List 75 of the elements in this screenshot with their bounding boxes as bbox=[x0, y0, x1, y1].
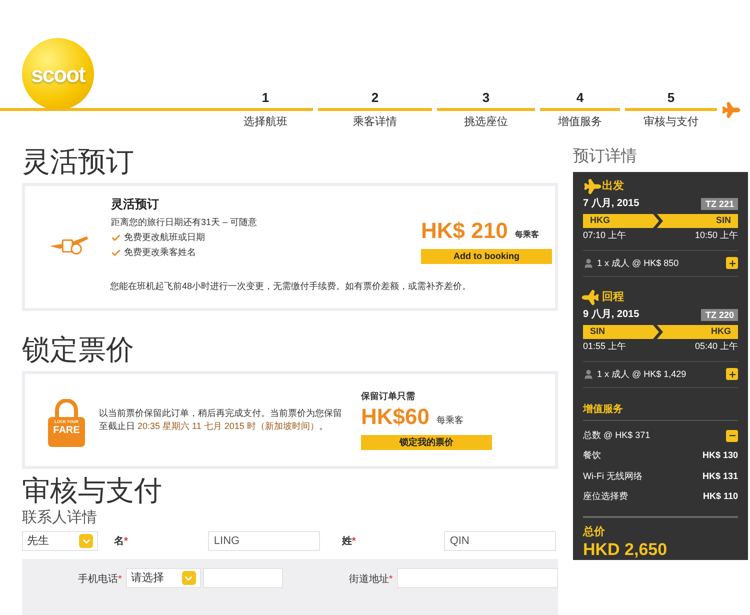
plane-ticket-icon bbox=[50, 234, 89, 256]
field-label: 街道地址* bbox=[348, 572, 393, 587]
note-text: 您能在班机起飞前48小时进行一次变更，无需缴付手续费。如有票价差额，或需补齐差价。 bbox=[110, 280, 472, 292]
check-icon bbox=[110, 248, 121, 258]
addon-name: Wi-Fi 无线网络 bbox=[583, 470, 642, 483]
passenger-icon bbox=[583, 368, 594, 380]
departure-time: 01:55 上午 bbox=[583, 340, 626, 353]
departure-time: 07:10 上午 bbox=[583, 229, 626, 242]
addons-total: 总数 @ HK$ 371 bbox=[583, 428, 650, 442]
expand-button[interactable] bbox=[726, 368, 738, 380]
field-label: 姓* bbox=[342, 534, 356, 548]
step-number: 3 bbox=[482, 90, 490, 106]
check-icon bbox=[110, 232, 121, 242]
section-heading: 灵活预订 bbox=[22, 145, 135, 179]
arrival-time: 10:50 上午 bbox=[694, 229, 738, 242]
flight-date: 7 八月, 2015 bbox=[583, 196, 640, 211]
addon-price: HK$ 131 bbox=[702, 470, 738, 483]
phone-field[interactable] bbox=[202, 568, 283, 588]
expand-button[interactable] bbox=[726, 257, 738, 270]
step-label[interactable]: 审核与支付 bbox=[644, 115, 698, 129]
field-label: 手机电话* bbox=[78, 572, 122, 587]
step-label[interactable]: 挑选座位 bbox=[464, 115, 508, 129]
country-code-select[interactable]: 请选择 bbox=[126, 568, 201, 588]
flight-date: 9 八月, 2015 bbox=[583, 308, 640, 322]
street-address-field[interactable] bbox=[396, 568, 558, 588]
price: HK$ 210 bbox=[421, 218, 508, 244]
plus-icon bbox=[728, 370, 736, 379]
flight-direction: 回程 bbox=[602, 290, 624, 306]
lock-fare-button[interactable]: 锁定我的票价 bbox=[361, 434, 492, 450]
passenger-fare: 1 x 成人 @ HK$ 1,429 bbox=[597, 368, 686, 380]
plane-icon bbox=[721, 101, 739, 119]
step-number: 2 bbox=[371, 90, 379, 106]
add-to-booking-button[interactable]: Add to booking bbox=[421, 249, 552, 264]
per-passenger-label: 每乘客 bbox=[436, 414, 464, 428]
title-select[interactable]: 先生 bbox=[22, 531, 98, 551]
lock-fare-description: 以当前票价保留此订单，稍后再完成支付。当前票价为您保留至截止日 20:35 星期六 11 七月 2015 时（新加坡时间）。 bbox=[99, 407, 343, 433]
benefit-text: 免费更改乘客姓名 bbox=[124, 246, 196, 259]
section-heading: 审核与支付 bbox=[22, 475, 163, 507]
section-heading: 锁定票价 bbox=[22, 333, 135, 367]
addon-name: 座位选择费 bbox=[583, 490, 628, 504]
price-label: 保留订单只需 bbox=[361, 390, 416, 404]
step-number: 4 bbox=[576, 90, 584, 106]
route-bar: SIN HKG bbox=[583, 325, 738, 339]
step-number: 1 bbox=[262, 90, 270, 106]
flight-direction: 出发 bbox=[602, 178, 624, 194]
step-number: 5 bbox=[667, 90, 675, 106]
subsection-heading: 联系人详情 bbox=[22, 509, 98, 527]
first-name-field[interactable]: LING bbox=[208, 531, 320, 551]
addon-price: HK$ 130 bbox=[702, 449, 738, 462]
total-label: 总价 bbox=[583, 524, 606, 540]
step-label[interactable]: 增值服务 bbox=[558, 115, 602, 129]
addon-name: 餐饮 bbox=[583, 449, 601, 462]
flight-number-badge: TZ 220 bbox=[701, 308, 738, 320]
field-label: 名* bbox=[114, 534, 128, 548]
collapse-button[interactable] bbox=[726, 430, 738, 442]
plus-icon bbox=[728, 258, 736, 268]
step-label[interactable]: 乘客详情 bbox=[353, 115, 397, 129]
option-description: 距离您的旅行日期还有31天 – 可随意 bbox=[110, 216, 258, 229]
total-price: HKD 2,650 bbox=[583, 540, 668, 560]
passenger-fare: 1 x 成人 @ HK$ 850 bbox=[597, 256, 679, 270]
arrival-time: 05:40 上午 bbox=[694, 340, 738, 353]
option-title: 灵活预订 bbox=[110, 196, 160, 213]
flight-number-badge: TZ 221 bbox=[701, 198, 738, 210]
benefit-text: 免费更改航班或日期 bbox=[124, 231, 205, 244]
plane-icon bbox=[583, 178, 600, 195]
sidebar-title: 预订详情 bbox=[573, 147, 638, 167]
step-label[interactable]: 选择航班 bbox=[244, 115, 288, 129]
addon-price: HK$ 110 bbox=[702, 490, 738, 504]
passenger-icon bbox=[583, 258, 594, 269]
route-bar: HKG SIN bbox=[583, 214, 738, 228]
last-name-field[interactable]: QIN bbox=[444, 531, 556, 551]
price: HK$60 bbox=[361, 404, 430, 430]
plane-icon bbox=[583, 289, 600, 306]
per-passenger-label: 每乘客 bbox=[514, 229, 539, 241]
addons-title: 增值服务 bbox=[583, 402, 624, 417]
